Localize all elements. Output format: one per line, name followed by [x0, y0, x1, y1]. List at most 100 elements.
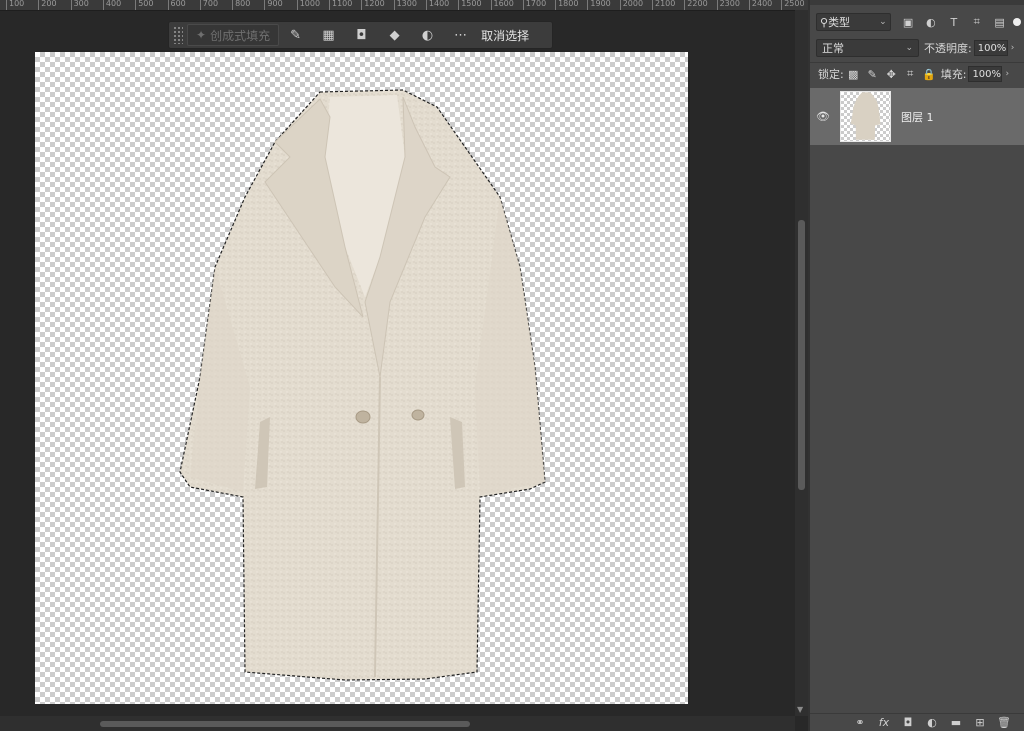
ruler-tick: 1800 [555, 0, 578, 10]
adjustment-icon[interactable]: ◐ [411, 22, 444, 48]
ruler-tick-label: 1200 [364, 0, 385, 8]
layer-thumbnail [840, 91, 891, 142]
fill-chevron-icon[interactable]: › [1005, 69, 1009, 79]
layers-panel: ⚲ 类型 ⌄ ▣ ◐ T ⌗ ▤ 正常 ⌄ 不透明度: 100% › 锁定: ▩… [808, 0, 1024, 731]
ruler-tick: 400 [102, 0, 121, 10]
ruler-tick: 1100 [329, 0, 352, 10]
scroll-down-icon[interactable]: ▼ [797, 705, 803, 714]
vertical-scrollbar[interactable]: ▼ [795, 10, 808, 716]
ruler-tick-label: 200 [41, 0, 57, 8]
ruler-tick-label: 1300 [396, 0, 417, 8]
fx-icon[interactable]: fx [872, 716, 896, 729]
fill-label: 填充: [940, 68, 967, 81]
brush-icon[interactable]: ✎ [279, 22, 312, 48]
shape-filter-icon[interactable]: ⌗ [965, 15, 988, 29]
ruler-tick: 200 [38, 0, 57, 10]
ruler-tick: 1200 [361, 0, 385, 10]
blend-mode-select[interactable]: 正常 ⌄ [816, 39, 919, 57]
ruler-tick-label: 800 [235, 0, 251, 8]
chevron-down-icon: ⌄ [879, 17, 887, 27]
opacity-chevron-icon[interactable]: › [1011, 43, 1015, 53]
ruler-tick: 2100 [652, 0, 675, 10]
layer-name[interactable]: 图层 1 [901, 109, 934, 125]
blend-mode-value: 正常 [822, 42, 844, 55]
blend-opacity-row: 正常 ⌄ 不透明度: 100% › [816, 38, 1024, 58]
lock-transparent-icon[interactable]: ▩ [844, 68, 863, 81]
ruler-tick: 300 [70, 0, 89, 10]
ruler-tick: 100 [6, 0, 24, 10]
ruler-tick-label: 1000 [299, 0, 321, 8]
lock-fill-row: 锁定: ▩ ✎ ✥ ⌗ 🔒 填充: 100% › [816, 65, 1024, 83]
mask-icon[interactable]: ◘ [345, 22, 378, 48]
ruler-tick: 1000 [296, 0, 320, 10]
generative-fill-button[interactable]: ✦ 创成式填充 [187, 24, 280, 46]
eye-icon[interactable]: 👁 [810, 110, 836, 123]
ruler-tick: 1400 [425, 0, 449, 10]
type-filter-icon[interactable]: T [942, 16, 965, 29]
divider [810, 62, 1024, 63]
ruler-tick: 1900 [587, 0, 611, 10]
ruler-tick: 600 [167, 0, 186, 10]
ruler-tick-label: 700 [202, 0, 219, 8]
layers-panel-footer: ⚭ fx ◘ ◐ ▬ ⊞ 🗑 [810, 713, 1024, 731]
layer-filter-select[interactable]: ⚲ 类型 ⌄ [816, 13, 891, 31]
ruler-tick-label: 2500 [784, 0, 805, 8]
lock-label: 锁定: [818, 68, 844, 81]
coat-image [179, 89, 546, 681]
ruler-tick: 2000 [619, 0, 643, 10]
delete-icon[interactable]: 🗑 [992, 716, 1016, 729]
lock-artboard-icon[interactable]: ⌗ [901, 67, 920, 81]
ruler-tick-label: 1700 [525, 0, 547, 8]
panel-tab-strip [810, 0, 1024, 5]
ruler-tick-label: 600 [170, 0, 186, 8]
ruler-tick: 2200 [684, 0, 708, 10]
fill-icon[interactable]: ◆ [378, 22, 411, 48]
document-canvas[interactable] [35, 52, 688, 704]
deselect-button[interactable]: 取消选择 [481, 27, 529, 44]
horizontal-scroll-thumb[interactable] [100, 721, 470, 727]
ruler-tick: 1700 [522, 0, 546, 10]
lock-pixels-icon[interactable]: ✎ [863, 68, 882, 81]
ruler-tick-label: 500 [138, 0, 154, 8]
horizontal-scrollbar[interactable] [0, 716, 795, 731]
ruler-tick-label: 900 [267, 0, 283, 8]
ruler-tick-label: 2200 [687, 0, 708, 8]
add-mask-icon[interactable]: ◘ [896, 716, 920, 729]
filter-type-label: 类型 [828, 16, 851, 29]
ruler-tick-label: 2100 [655, 0, 676, 8]
group-icon[interactable]: ▬ [944, 716, 968, 729]
contextual-task-bar: ✦ 创成式填充 ✎ ▦ ◘ ◆ ◐ ⋯ 取消选择 [168, 21, 553, 49]
smartobject-filter-icon[interactable]: ▤ [988, 16, 1011, 29]
link-layers-icon[interactable]: ⚭ [848, 716, 872, 729]
fill-field[interactable]: 100% [968, 66, 1003, 82]
image-filter-icon[interactable]: ▣ [897, 16, 920, 29]
adjustment-filter-icon[interactable]: ◐ [920, 16, 943, 29]
select-subject-icon[interactable]: ▦ [312, 22, 345, 48]
layer-filter-row: ⚲ 类型 ⌄ ▣ ◐ T ⌗ ▤ [816, 12, 1021, 32]
ruler-tick-label: 1100 [332, 0, 353, 8]
ruler-tick: 500 [135, 0, 153, 10]
opacity-field[interactable]: 100% [973, 40, 1008, 56]
ruler-tick: 2400 [748, 0, 772, 10]
coat-thumbnail-icon [850, 92, 881, 140]
generative-fill-label: 创成式填充 [210, 28, 271, 43]
ruler-tick-label: 1500 [461, 0, 482, 8]
sparkle-icon: ✦ [196, 28, 207, 42]
vertical-scroll-thumb[interactable] [798, 220, 805, 490]
layer-row[interactable]: 👁 图层 1 [810, 88, 1024, 145]
drag-handle-icon[interactable] [173, 26, 183, 44]
ruler-tick: 1500 [458, 0, 482, 10]
lock-all-icon[interactable]: 🔒 [920, 68, 939, 81]
ruler-tick-label: 2400 [751, 0, 773, 8]
ruler-tick-label: 1600 [493, 0, 514, 8]
adjustment-layer-icon[interactable]: ◐ [920, 716, 944, 729]
ruler-tick-label: 300 [73, 0, 89, 8]
more-icon[interactable]: ⋯ [444, 22, 477, 48]
ruler-tick: 2500 [781, 0, 805, 10]
lock-position-icon[interactable]: ✥ [882, 68, 901, 81]
new-layer-icon[interactable]: ⊞ [968, 716, 992, 729]
chevron-down-icon: ⌄ [905, 43, 913, 53]
ruler-tick-label: 100 [9, 0, 25, 8]
filter-toggle[interactable] [1013, 18, 1021, 26]
ruler-tick-label: 1800 [558, 0, 579, 8]
